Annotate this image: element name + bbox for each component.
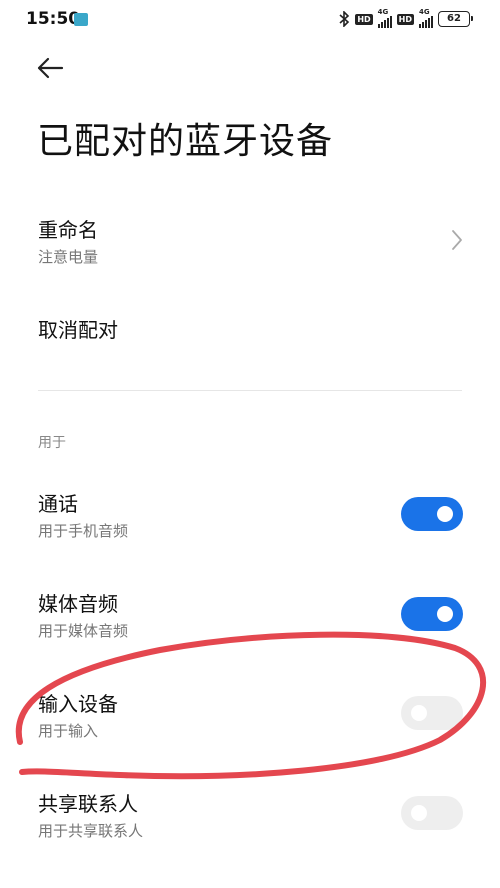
media-audio-subtitle: 用于媒体音频 — [38, 622, 129, 640]
contact-sharing-item[interactable]: 共享联系人 用于共享联系人 — [0, 780, 500, 860]
chevron-right-icon — [452, 230, 462, 250]
section-divider — [38, 390, 462, 391]
contact-sharing-subtitle: 用于共享联系人 — [38, 822, 144, 840]
hd-voice-badge: HD — [355, 13, 373, 25]
signal-strength-icon: 4G — [419, 8, 433, 28]
usage-section-label: 用于 — [38, 435, 66, 451]
media-audio-title: 媒体音频 — [38, 592, 118, 616]
page-title: 已配对的蓝牙设备 — [37, 121, 334, 162]
input-device-subtitle: 用于输入 — [38, 722, 99, 740]
media-audio-toggle[interactable] — [401, 597, 463, 631]
battery-level: 62 — [447, 13, 461, 24]
contact-sharing-toggle[interactable] — [401, 796, 463, 830]
media-audio-item[interactable]: 媒体音频 用于媒体音频 — [0, 580, 500, 660]
unpair-title: 取消配对 — [38, 318, 118, 342]
signal-strength-icon: 4G — [377, 8, 392, 28]
bluetooth-icon — [338, 11, 350, 27]
rename-item[interactable]: 重命名 注意电量 — [0, 200, 500, 280]
call-audio-toggle[interactable] — [401, 497, 463, 531]
status-time: 15:50 — [26, 9, 81, 29]
call-audio-item[interactable]: 通话 用于手机音频 — [0, 480, 500, 560]
rename-title: 重命名 — [38, 218, 98, 242]
status-icons: HD 4G HD 4G 62 — [338, 8, 473, 29]
back-button[interactable] — [34, 52, 66, 84]
network-type-label: 4G — [419, 8, 430, 16]
status-bar: 15:50 HD 4G HD 4G 62 — [0, 0, 500, 40]
app-notification-icon — [74, 13, 88, 26]
battery-icon: 62 — [438, 11, 473, 27]
input-device-toggle[interactable] — [401, 696, 463, 730]
arrow-left-icon — [37, 57, 64, 79]
call-audio-title: 通话 — [38, 492, 78, 516]
rename-subtitle: 注意电量 — [38, 248, 99, 266]
input-device-title: 输入设备 — [38, 692, 118, 716]
contact-sharing-title: 共享联系人 — [38, 792, 138, 816]
hd-voice-badge: HD — [396, 13, 414, 25]
call-audio-subtitle: 用于手机音频 — [38, 522, 129, 540]
input-device-item[interactable]: 输入设备 用于输入 — [0, 680, 500, 760]
network-type-label: 4G — [377, 8, 389, 16]
unpair-item[interactable]: 取消配对 — [0, 300, 500, 360]
